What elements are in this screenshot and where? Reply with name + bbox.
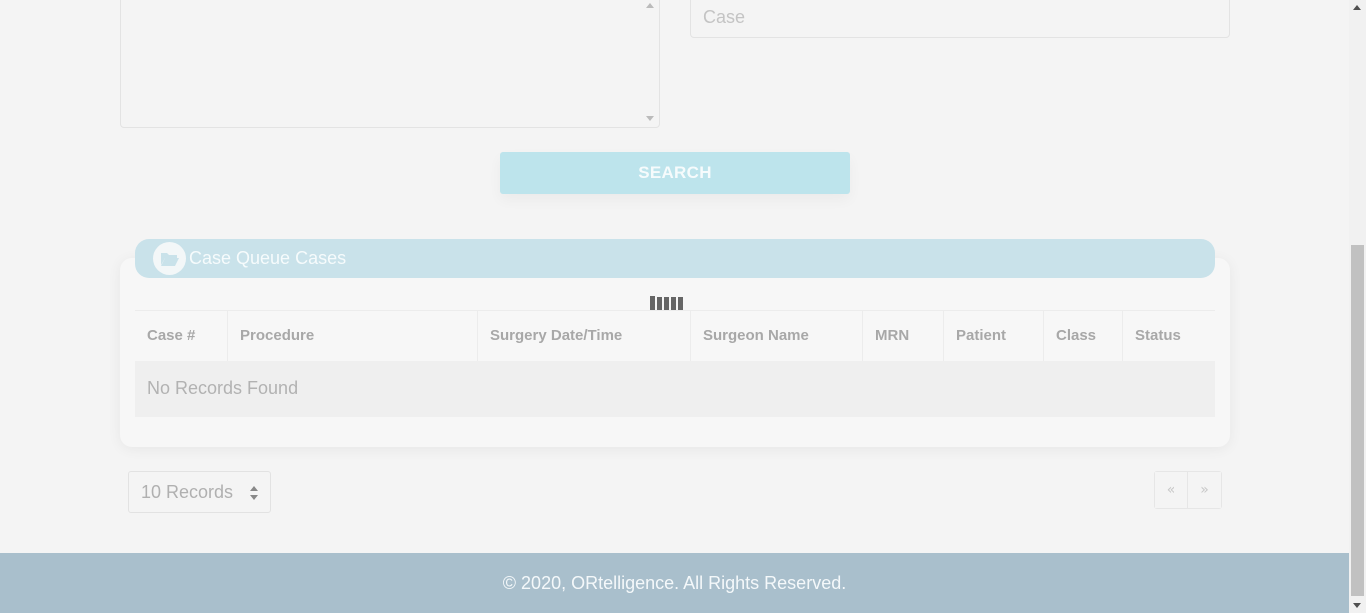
table-header: Case # Procedure Surgery Date/Time Surge… bbox=[135, 311, 1215, 361]
next-page-button[interactable]: » bbox=[1188, 472, 1221, 508]
prev-page-button[interactable]: « bbox=[1155, 472, 1188, 508]
textarea-scrollbar[interactable] bbox=[643, 1, 657, 123]
notes-textarea[interactable] bbox=[120, 0, 660, 128]
select-arrows-icon bbox=[250, 486, 258, 500]
case-queue-header: Case Queue Cases bbox=[135, 239, 1215, 278]
column-header-class[interactable]: Class bbox=[1044, 311, 1123, 361]
case-table: Case # Procedure Surgery Date/Time Surge… bbox=[135, 310, 1215, 417]
page-scrollbar[interactable] bbox=[1349, 0, 1366, 613]
search-button[interactable]: SEARCH bbox=[500, 152, 850, 194]
page-size-select[interactable]: 10 Records bbox=[128, 471, 271, 513]
case-input[interactable] bbox=[690, 0, 1230, 38]
pagination: « » bbox=[1154, 471, 1222, 509]
column-header-surgeon-name[interactable]: Surgeon Name bbox=[691, 311, 863, 361]
page: SEARCH Case Queue Cases Case # Procedure… bbox=[0, 0, 1349, 613]
card-title: Case Queue Cases bbox=[189, 248, 347, 268]
column-header-status[interactable]: Status bbox=[1123, 311, 1215, 361]
column-header-patient[interactable]: Patient bbox=[944, 311, 1044, 361]
scroll-down-icon[interactable] bbox=[646, 116, 654, 121]
column-header-procedure[interactable]: Procedure bbox=[228, 311, 478, 361]
scroll-up-icon[interactable] bbox=[646, 3, 654, 8]
column-header-mrn[interactable]: MRN bbox=[863, 311, 944, 361]
column-header-case[interactable]: Case # bbox=[135, 311, 228, 361]
table-row: No Records Found bbox=[135, 361, 1215, 417]
scroll-up-icon[interactable] bbox=[1353, 5, 1361, 10]
empty-message: No Records Found bbox=[147, 378, 299, 398]
scrollbar-thumb[interactable] bbox=[1351, 245, 1364, 596]
footer: © 2020, ORtelligence. All Rights Reserve… bbox=[0, 553, 1349, 613]
scroll-down-icon[interactable] bbox=[1353, 603, 1361, 608]
page-size-value: 10 Records bbox=[141, 481, 234, 502]
copyright-text: © 2020, ORtelligence. All Rights Reserve… bbox=[502, 572, 847, 593]
column-header-surgery-date[interactable]: Surgery Date/Time bbox=[478, 311, 691, 361]
folder-open-icon bbox=[153, 242, 186, 275]
